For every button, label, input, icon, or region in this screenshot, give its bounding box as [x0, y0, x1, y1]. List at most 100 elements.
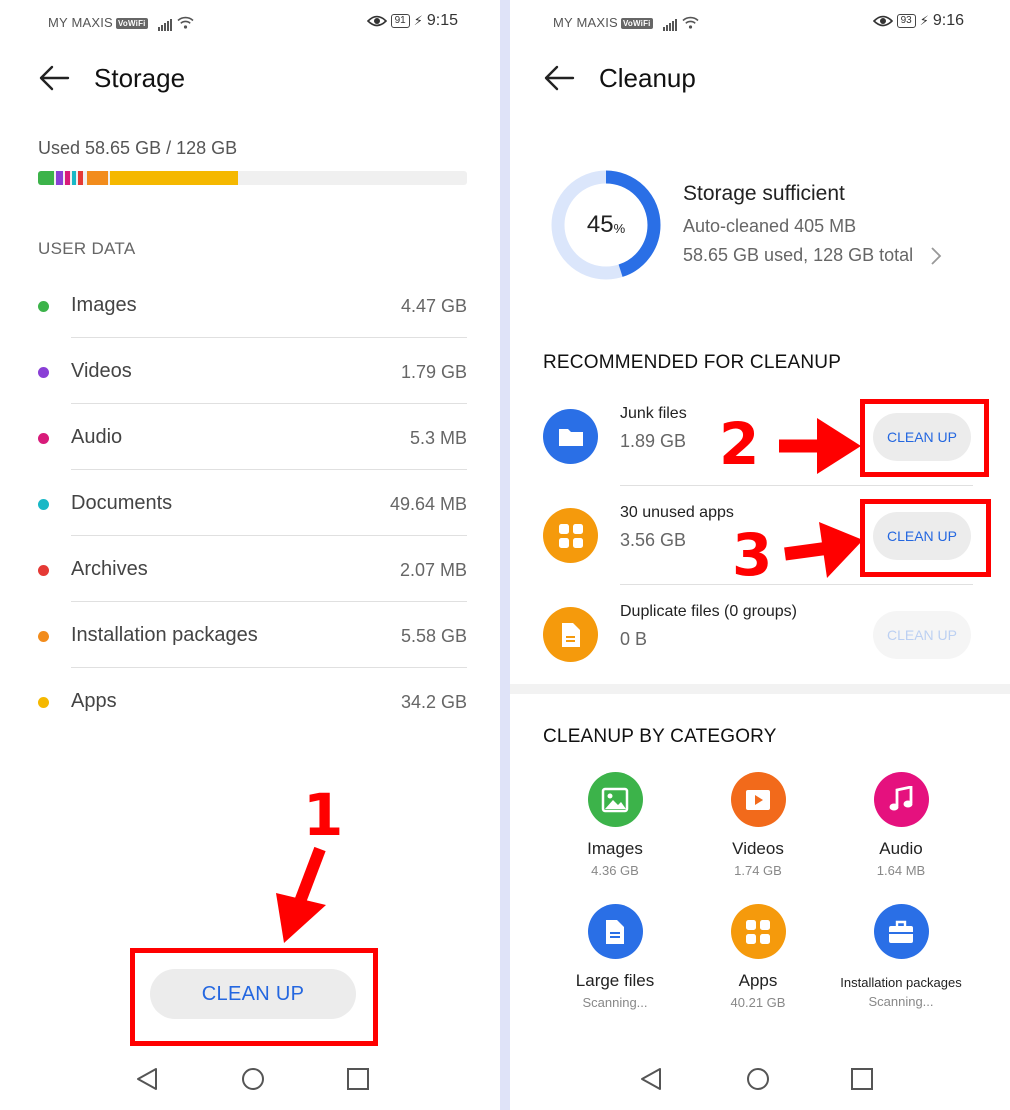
bar-segment-apps	[110, 171, 238, 185]
category-installation-packages[interactable]: Installation packages Scanning...	[826, 904, 976, 1009]
nav-back-icon[interactable]	[638, 1066, 664, 1092]
annotation-number-3: 3	[732, 521, 773, 589]
category-name: Audio	[879, 839, 923, 858]
item-name: Duplicate files (0 groups)	[620, 603, 797, 620]
item-name: Images	[71, 294, 137, 316]
category-name: Installation packages	[840, 975, 962, 990]
used-storage-text: Used 58.65 GB / 128 GB	[38, 138, 238, 158]
category-size: 1.64 MB	[876, 863, 926, 878]
item-size: 5.58 GB	[400, 626, 467, 646]
item-name: 30 unused apps	[620, 504, 734, 521]
status-right: 93 ⚡ 9:16	[872, 12, 964, 30]
chevron-right-icon[interactable]	[930, 246, 942, 266]
music-icon	[873, 772, 929, 827]
color-dot	[38, 697, 49, 708]
section-separator	[510, 684, 1010, 694]
clean-up-button[interactable]: CLEAN UP	[150, 969, 356, 1019]
navigation-bar	[0, 1060, 500, 1100]
item-size: 0 B	[620, 629, 648, 649]
bar-segment-installation-packages	[87, 171, 108, 185]
list-item-images[interactable]: Images 4.47 GB	[38, 272, 467, 338]
item-size: 5.3 MB	[409, 428, 467, 448]
category-size: 40.21 GB	[730, 995, 786, 1010]
eye-icon	[366, 15, 387, 27]
briefcase-icon	[873, 904, 929, 959]
status-bar: MY MAXIS VoWiFi 91 ⚡ 9:15	[0, 12, 500, 34]
cleanup-screen: MY MAXIS VoWiFi 93 ⚡ 9:16 Cleanup 45% Sto…	[510, 0, 1010, 1110]
bar-segment-archives	[78, 171, 83, 185]
annotation-arrow-1	[276, 846, 326, 943]
category-audio[interactable]: Audio 1.64 MB	[826, 772, 976, 878]
category-size: Scanning...	[582, 995, 648, 1010]
annotation-box-3	[860, 499, 991, 577]
recommended-item-duplicate-files: Duplicate files (0 groups) 0 B CLEAN UP	[543, 585, 973, 684]
image-icon	[587, 772, 643, 827]
charging-icon: ⚡	[919, 13, 929, 28]
category-name: Videos	[732, 839, 784, 858]
signal-icon	[662, 16, 678, 31]
bar-segment-videos	[56, 171, 63, 185]
duplicate-files-icon	[543, 607, 598, 662]
item-name: Installation packages	[71, 624, 258, 646]
item-size: 3.56 GB	[620, 530, 687, 550]
user-data-label: USER DATA	[38, 239, 136, 258]
charging-icon: ⚡	[413, 13, 423, 28]
color-dot	[38, 565, 49, 576]
battery-indicator: 91	[390, 14, 410, 28]
category-name: Images	[587, 839, 643, 858]
apps-grid-icon	[730, 904, 786, 959]
storage-usage-text[interactable]: 58.65 GB used, 128 GB total	[683, 245, 913, 266]
panel-divider	[500, 0, 510, 1110]
color-dot	[38, 499, 49, 510]
color-dot	[38, 433, 49, 444]
nav-home-icon[interactable]	[745, 1066, 771, 1092]
folder-icon	[543, 409, 598, 464]
ring-percent: 45%	[586, 211, 626, 238]
bar-segment-documents	[72, 171, 76, 185]
category-size: 1.74 GB	[734, 863, 782, 878]
category-large-files[interactable]: Large files Scanning...	[540, 904, 690, 1010]
list-item-audio[interactable]: Audio 5.3 MB	[38, 404, 467, 470]
storage-usage-bar	[38, 171, 467, 185]
clock: 9:15	[426, 12, 458, 29]
nav-recents-icon[interactable]	[849, 1066, 875, 1092]
list-item-installation-packages[interactable]: Installation packages 5.58 GB	[38, 602, 467, 668]
list-item-archives[interactable]: Archives 2.07 MB	[38, 536, 467, 602]
eye-icon	[872, 15, 893, 27]
page-title: Storage	[94, 62, 186, 93]
category-apps[interactable]: Apps 40.21 GB	[683, 904, 833, 1010]
back-arrow-icon[interactable]	[38, 62, 70, 94]
item-size: 34.2 GB	[400, 692, 467, 712]
user-data-list: Images 4.47 GB Videos 1.79 GB Audio 5.3 MB …	[38, 272, 467, 734]
color-dot	[38, 301, 49, 312]
nav-recents-icon[interactable]	[345, 1066, 371, 1092]
battery-indicator: 93	[896, 14, 916, 28]
list-item-apps[interactable]: Apps 34.2 GB	[38, 668, 467, 734]
category-videos[interactable]: Videos 1.74 GB	[683, 772, 833, 878]
nav-back-icon[interactable]	[134, 1066, 160, 1092]
duplicate-files-clean-up-button[interactable]: CLEAN UP	[873, 611, 971, 659]
item-name: Audio	[71, 426, 123, 448]
status-bar: MY MAXIS VoWiFi 93 ⚡ 9:16	[510, 12, 1010, 34]
storage-header: Storage	[38, 58, 185, 98]
item-size: 2.07 MB	[399, 560, 467, 580]
status-right: 91 ⚡ 9:15	[366, 12, 458, 30]
nav-home-icon[interactable]	[240, 1066, 266, 1092]
item-name: Archives	[71, 558, 148, 580]
wifi-icon	[177, 16, 194, 29]
list-item-videos[interactable]: Videos 1.79 GB	[38, 338, 467, 404]
signal-icon	[157, 16, 173, 31]
back-arrow-icon[interactable]	[543, 62, 575, 94]
annotation-arrow-3	[784, 522, 863, 578]
auto-cleaned-text: Auto-cleaned 405 MB	[683, 216, 857, 236]
list-item-documents[interactable]: Documents 49.64 MB	[38, 470, 467, 536]
cleanup-header: Cleanup	[543, 58, 696, 98]
category-size: Scanning...	[868, 994, 934, 1009]
category-images[interactable]: Images 4.36 GB	[540, 772, 690, 878]
wifi-icon	[682, 16, 699, 29]
category-name: Large files	[575, 971, 655, 990]
video-icon	[730, 772, 786, 827]
carrier-label: MY MAXIS VoWiFi	[48, 15, 194, 31]
item-name: Junk files	[620, 405, 687, 422]
apps-grid-icon	[543, 508, 598, 563]
